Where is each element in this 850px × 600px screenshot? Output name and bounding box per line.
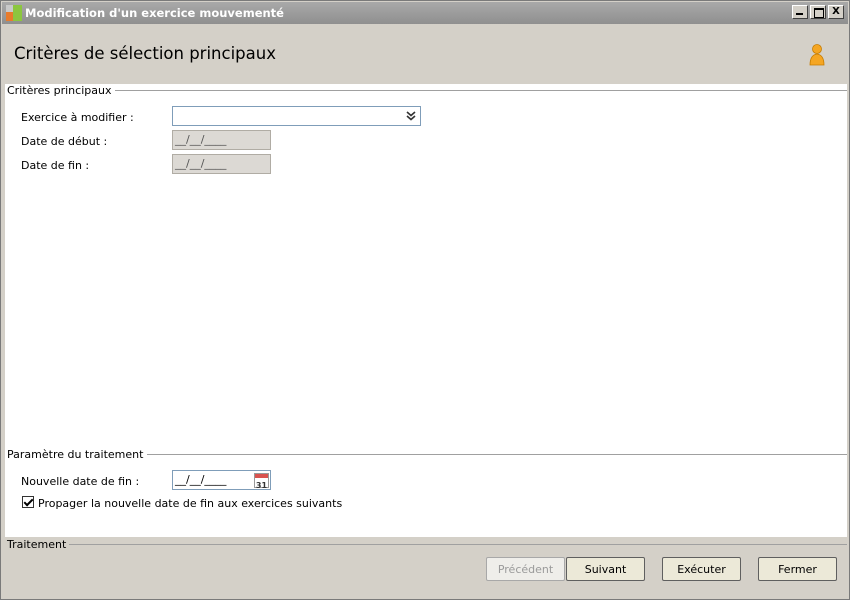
nouvelle-date-label: Nouvelle date de fin : [21,475,140,488]
close-button[interactable]: X [828,5,844,19]
app-icon [6,5,22,21]
propager-checkbox[interactable] [22,496,34,508]
fermer-button[interactable]: Fermer [758,557,837,581]
suivant-button[interactable]: Suivant [566,557,645,581]
maximize-button[interactable] [810,5,826,19]
date-debut-label: Date de début : [21,135,108,148]
footer-group-title: Traitement [7,538,70,551]
nouvelle-date-field[interactable]: __/__/____ 31 [172,470,271,490]
criteria-group-title: Critères principaux [7,84,116,97]
calendar-day: 31 [255,481,268,490]
main-window: Modification d'un exercice mouvementé X … [0,0,850,600]
exercice-combobox[interactable] [172,106,421,126]
group-divider [95,90,847,91]
user-icon[interactable] [808,44,826,66]
window-controls: X [792,5,844,19]
chevron-double-down-icon[interactable] [404,109,418,123]
exercice-label: Exercice à modifier : [21,111,134,124]
nouvelle-date-value: __/__/____ [175,473,227,486]
date-fin-label: Date de fin : [21,159,90,172]
date-debut-field: __/__/____ [172,130,271,150]
params-group-title: Paramètre du traitement [7,448,148,461]
page-header: Critères de sélection principaux [2,24,848,84]
footer-divider [61,544,847,545]
window-title: Modification d'un exercice mouvementé [25,6,284,20]
minimize-button[interactable] [792,5,808,19]
title-bar[interactable]: Modification d'un exercice mouvementé X [2,2,848,24]
executer-button[interactable]: Exécuter [662,557,741,581]
calendar-icon[interactable]: 31 [254,473,269,490]
content-panel: Critères principaux Exercice à modifier … [5,84,847,537]
propager-label[interactable]: Propager la nouvelle date de fin aux exe… [38,497,342,510]
date-fin-field: __/__/____ [172,154,271,174]
page-title: Critères de sélection principaux [14,44,276,63]
precedent-button[interactable]: Précédent [486,557,565,581]
group-divider [125,454,847,455]
